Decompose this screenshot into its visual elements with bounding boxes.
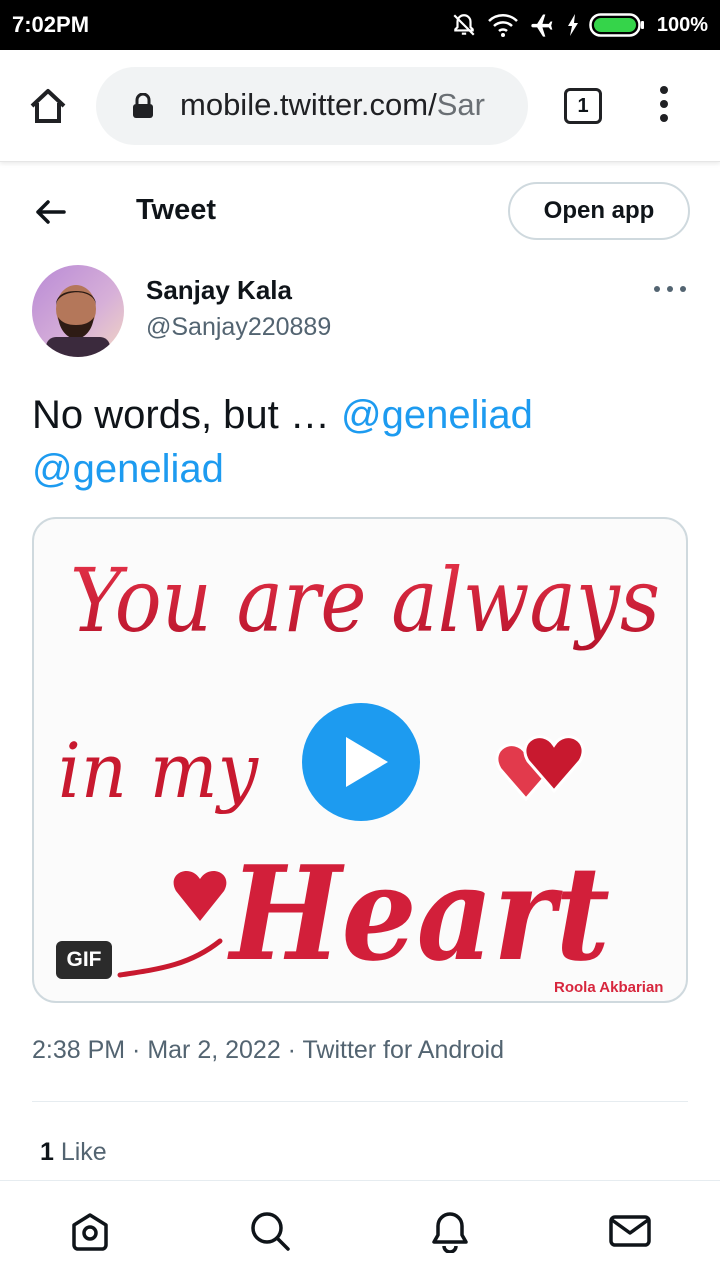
battery-icon <box>589 13 644 37</box>
status-time: 7:02PM <box>12 12 90 37</box>
gif-text-line3: Heart <box>226 837 610 990</box>
mention-link[interactable]: @geneliad <box>341 393 533 437</box>
browser-home-button[interactable] <box>26 84 70 128</box>
play-button[interactable] <box>302 703 420 821</box>
url-text: mobile.twitter.com/Sar <box>180 87 485 123</box>
nav-notifications[interactable] <box>428 1209 472 1254</box>
like-count[interactable]: 1 Like <box>40 1138 107 1167</box>
like-count-label: Like <box>53 1138 107 1166</box>
home-icon <box>30 89 66 123</box>
address-bar[interactable]: mobile.twitter.com/Sar <box>96 67 528 145</box>
status-bar: 7:02PM 100% <box>0 0 720 50</box>
tweet-text-body: No words, but … <box>32 393 342 437</box>
status-icons: 100% <box>451 10 708 40</box>
messages-icon <box>609 1215 651 1247</box>
wifi-icon <box>487 14 518 37</box>
home-icon <box>72 1213 108 1251</box>
bottom-navigation <box>0 1180 720 1280</box>
search-icon <box>251 1212 290 1251</box>
tab-switcher-button[interactable]: 1 <box>564 88 602 124</box>
menu-dots-icon[interactable] <box>656 86 672 126</box>
url-path: Sar <box>436 87 485 122</box>
open-app-button[interactable]: Open app <box>508 182 690 240</box>
gif-badge: GIF <box>56 941 112 979</box>
avatar[interactable] <box>32 265 124 357</box>
battery-percent: 100% <box>656 13 708 36</box>
tweet-media-gif[interactable]: You are always in my Heart GIF Roola Akb… <box>32 517 688 1003</box>
nav-home[interactable] <box>68 1209 112 1253</box>
play-icon <box>346 737 388 787</box>
gif-text-line1: You are always <box>70 549 660 652</box>
divider <box>32 1101 688 1102</box>
page-title: Tweet <box>136 194 217 226</box>
more-options-icon[interactable] <box>654 286 686 296</box>
author-name[interactable]: Sanjay Kala <box>146 275 292 306</box>
tweet-text: No words, but … @geneliad @geneliad <box>32 388 682 496</box>
nav-search[interactable] <box>248 1209 292 1253</box>
notifications-icon <box>432 1212 468 1254</box>
like-count-number: 1 <box>40 1138 54 1166</box>
nav-messages[interactable] <box>608 1209 652 1253</box>
airplane-icon <box>531 14 553 37</box>
bell-off-icon <box>453 14 475 36</box>
gif-text-line2: in my <box>58 726 259 815</box>
back-arrow-icon <box>36 200 66 224</box>
lock-icon <box>133 93 153 118</box>
avatar-photo <box>32 265 124 357</box>
gif-credit: Roola Akbarian <box>554 979 664 996</box>
browser-toolbar: mobile.twitter.com/Sar 1 <box>0 50 720 162</box>
url-domain: mobile.twitter.com/ <box>180 87 437 122</box>
charging-icon <box>567 14 578 36</box>
mention-link[interactable]: @geneliad <box>32 447 224 491</box>
tweet-timestamp[interactable]: 2:38 PM · Mar 2, 2022 · Twitter for Andr… <box>32 1036 504 1065</box>
back-button[interactable] <box>30 192 70 232</box>
author-handle[interactable]: @Sanjay220889 <box>146 313 331 342</box>
